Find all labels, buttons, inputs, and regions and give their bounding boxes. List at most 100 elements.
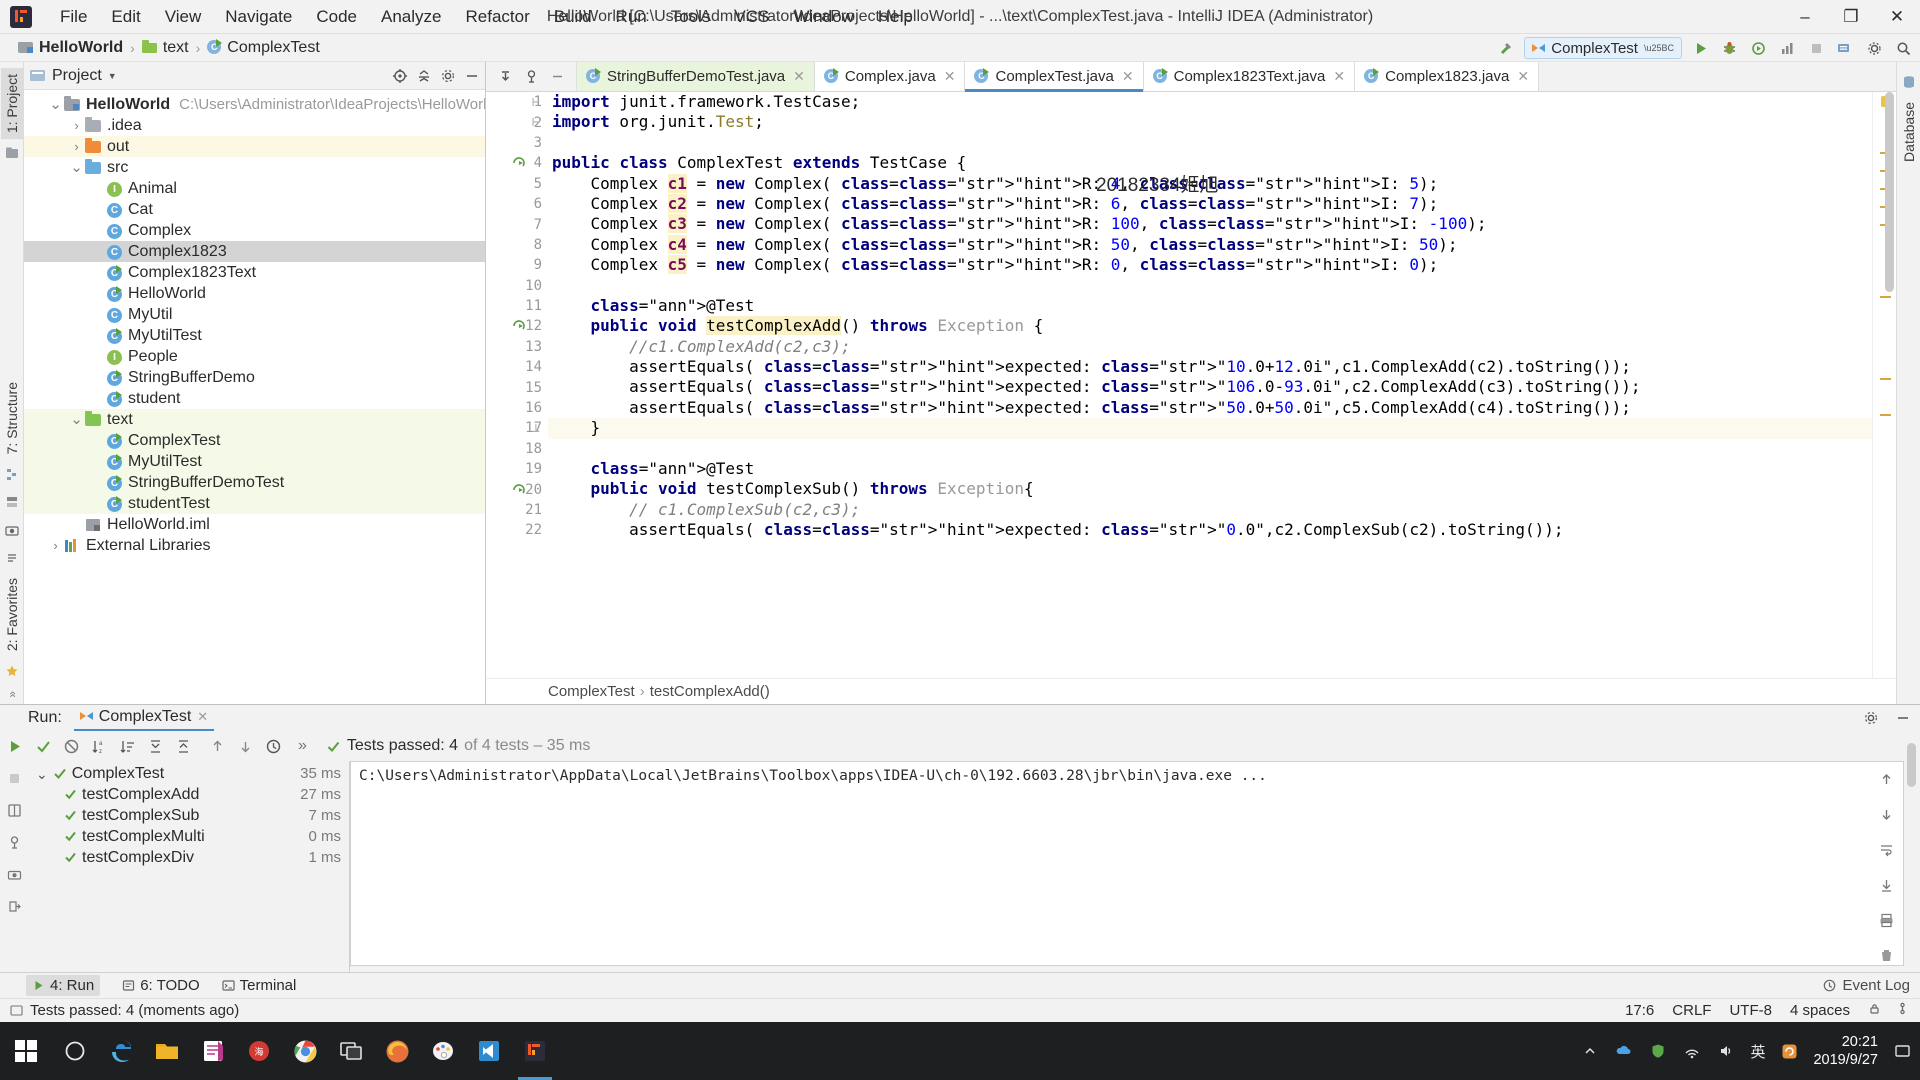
chevron-down-icon[interactable]: ▼ — [108, 71, 117, 81]
bottom-tab-todo[interactable]: 6: TODO — [122, 977, 200, 994]
menu-navigate[interactable]: Navigate — [213, 3, 304, 31]
file-encoding[interactable]: UTF-8 — [1729, 1002, 1772, 1019]
fold-end-icon[interactable]: ⊥ — [532, 421, 540, 436]
gutter-line-20[interactable]: 20 — [486, 479, 548, 499]
gutter-line-1[interactable]: ⊢ 1 — [486, 92, 548, 112]
tree-expander-icon[interactable]: › — [48, 538, 63, 553]
rerun-icon[interactable] — [3, 735, 26, 758]
sort-by-duration-icon[interactable] — [116, 735, 139, 758]
fold-region-icon[interactable]: ⊢ — [532, 115, 540, 130]
event-log-area[interactable]: Event Log — [1823, 977, 1910, 994]
close-icon[interactable]: ✕ — [1517, 68, 1529, 85]
editor-tab-stringbufferdemotest-java[interactable]: C StringBufferDemoTest.java ✕ — [577, 62, 815, 91]
run-coverage-icon[interactable] — [1747, 37, 1769, 59]
code-line-3[interactable] — [548, 133, 1872, 153]
gutter-line-10[interactable]: 10 — [486, 276, 548, 296]
test-row-testcomplexmulti[interactable]: testComplexMulti 0 ms — [28, 826, 349, 847]
window-controls[interactable]: – ❐ ✕ — [1782, 0, 1920, 34]
test-row-testcomplexdiv[interactable]: testComplexDiv 1 ms — [28, 847, 349, 868]
close-icon[interactable]: ✕ — [197, 709, 208, 725]
gutter-line-9[interactable]: 9 — [486, 255, 548, 275]
run-tab-complextest[interactable]: ComplexTest ✕ — [73, 706, 215, 731]
gutter-line-13[interactable]: 13 — [486, 337, 548, 357]
scroll-down-icon[interactable] — [1875, 805, 1898, 824]
tree-node--idea[interactable]: › .idea — [24, 115, 485, 136]
collapse-icon[interactable] — [3, 549, 21, 567]
sogou-ime-icon[interactable] — [1779, 1041, 1799, 1061]
onedrive-icon[interactable] — [1614, 1041, 1634, 1061]
tree-node-complextest[interactable]: C ComplexTest — [24, 430, 485, 451]
editor-scrollbar-thumb[interactable] — [1885, 92, 1894, 292]
vscode-icon[interactable] — [466, 1022, 512, 1080]
code-line-21[interactable]: // c1.ComplexSub(c2,c3); — [548, 500, 1872, 520]
error-stripe-marker-bar[interactable] — [1872, 92, 1896, 678]
more-actions-chevrons[interactable]: » — [298, 737, 307, 755]
breadcrumb-item-text[interactable]: text — [138, 38, 193, 58]
line-separator[interactable]: CRLF — [1672, 1002, 1711, 1019]
network-icon[interactable] — [1682, 1041, 1702, 1061]
settings-gear-icon[interactable] — [1863, 37, 1885, 59]
onenote-icon[interactable] — [190, 1022, 236, 1080]
run-test-gutter-icon[interactable] — [512, 153, 528, 173]
gutter-line-19[interactable]: 19 — [486, 459, 548, 479]
tree-node-complex1823[interactable]: C Complex1823 — [24, 241, 485, 262]
gutter-line-5[interactable]: 5 — [486, 174, 548, 194]
gutter-line-6[interactable]: 6 — [486, 194, 548, 214]
build-hammer-icon[interactable] — [1495, 37, 1517, 59]
camera-run-icon[interactable] — [3, 863, 26, 886]
scroll-from-source-icon[interactable] — [494, 66, 516, 88]
camera-icon[interactable] — [3, 521, 21, 539]
sidebar-tab-structure[interactable]: 7: Structure — [1, 376, 23, 460]
code-line-8[interactable]: Complex c4 = new Complex( class=class="s… — [548, 234, 1872, 255]
gutter-line-14[interactable]: 14 — [486, 357, 548, 377]
soft-wrap-icon[interactable] — [1875, 840, 1898, 859]
gutter-line-21[interactable]: 21 — [486, 500, 548, 520]
test-tree-root[interactable]: ⌄ ComplexTest 35 ms — [28, 763, 349, 784]
search-everywhere-icon[interactable] — [1892, 37, 1914, 59]
gutter-line-15[interactable]: 15 — [486, 377, 548, 397]
menu-view[interactable]: View — [153, 3, 214, 31]
star-favorites-icon[interactable] — [3, 662, 21, 680]
run-icon[interactable] — [1689, 37, 1711, 59]
tree-node-complex[interactable]: C Complex — [24, 220, 485, 241]
tree-node-external-libraries[interactable]: › External Libraries — [24, 535, 485, 556]
bottom-tab-run[interactable]: 4: Run — [26, 975, 101, 996]
tree-node-animal[interactable]: I Animal — [24, 178, 485, 199]
gutter-line-17[interactable]: ⊥ 17 — [486, 418, 548, 438]
test-row-testcomplexsub[interactable]: testComplexSub 7 ms — [28, 805, 349, 826]
test-history-icon[interactable] — [262, 735, 285, 758]
clear-console-trash-icon[interactable] — [1875, 946, 1898, 965]
breadcrumb-class[interactable]: ComplexTest — [548, 683, 635, 700]
chrome-icon[interactable] — [282, 1022, 328, 1080]
menu-edit[interactable]: Edit — [99, 3, 152, 31]
tree-node-text[interactable]: ⌄ text — [24, 409, 485, 430]
sidebar-tab-database[interactable]: Database — [1898, 96, 1920, 168]
editor-gutter[interactable]: ⊢ 1 ⊢ 2 3 4 5 6 7 8 9 10 11 12 13 14 15 16 ⊥ 17 18 19 20 21 22 — [486, 92, 548, 678]
volume-icon[interactable] — [1716, 1041, 1736, 1061]
gutter-line-4[interactable]: 4 — [486, 153, 548, 173]
editor-tabs[interactable]: C StringBufferDemoTest.java ✕ C Complex.java… — [577, 62, 1540, 92]
breadcrumb[interactable]: HelloWorld › text › C ComplexTest — [14, 38, 324, 58]
editor-tab-complex1823text-java[interactable]: C Complex1823Text.java ✕ — [1143, 62, 1356, 91]
gutter-line-2[interactable]: ⊢ 2 — [486, 112, 548, 132]
show-passed-icon[interactable] — [32, 735, 55, 758]
shield-icon[interactable] — [1648, 1041, 1668, 1061]
locate-file-icon[interactable] — [389, 65, 411, 87]
tree-expander-icon[interactable]: › — [69, 139, 84, 154]
code-line-7[interactable]: Complex c3 = new Complex( class=class="s… — [548, 214, 1872, 234]
maximize-button[interactable]: ❐ — [1828, 0, 1874, 34]
code-line-10[interactable] — [548, 276, 1872, 296]
code-line-20[interactable]: public void testComplexSub() throws Exce… — [548, 479, 1872, 499]
tree-expander-icon[interactable]: ⌄ — [69, 160, 84, 175]
tree-node-out[interactable]: › out — [24, 136, 485, 157]
code-line-12[interactable]: public void testComplexAdd() throws Exce… — [548, 316, 1872, 336]
tree-node-myutiltest[interactable]: C MyUtilTest — [24, 451, 485, 472]
next-test-icon[interactable] — [234, 735, 257, 758]
gutter-line-22[interactable]: 22 — [486, 520, 548, 540]
run-console[interactable]: C:\Users\Administrator\AppData\Local\Jet… — [350, 761, 1904, 966]
edge-browser-icon[interactable] — [98, 1022, 144, 1080]
code-line-15[interactable]: assertEquals( class=class="str">"hint">e… — [548, 377, 1872, 397]
expand-all-icon[interactable] — [144, 735, 167, 758]
action-center-icon[interactable] — [1892, 1041, 1912, 1061]
tree-node-helloworld-iml[interactable]: HelloWorld.iml — [24, 514, 485, 535]
